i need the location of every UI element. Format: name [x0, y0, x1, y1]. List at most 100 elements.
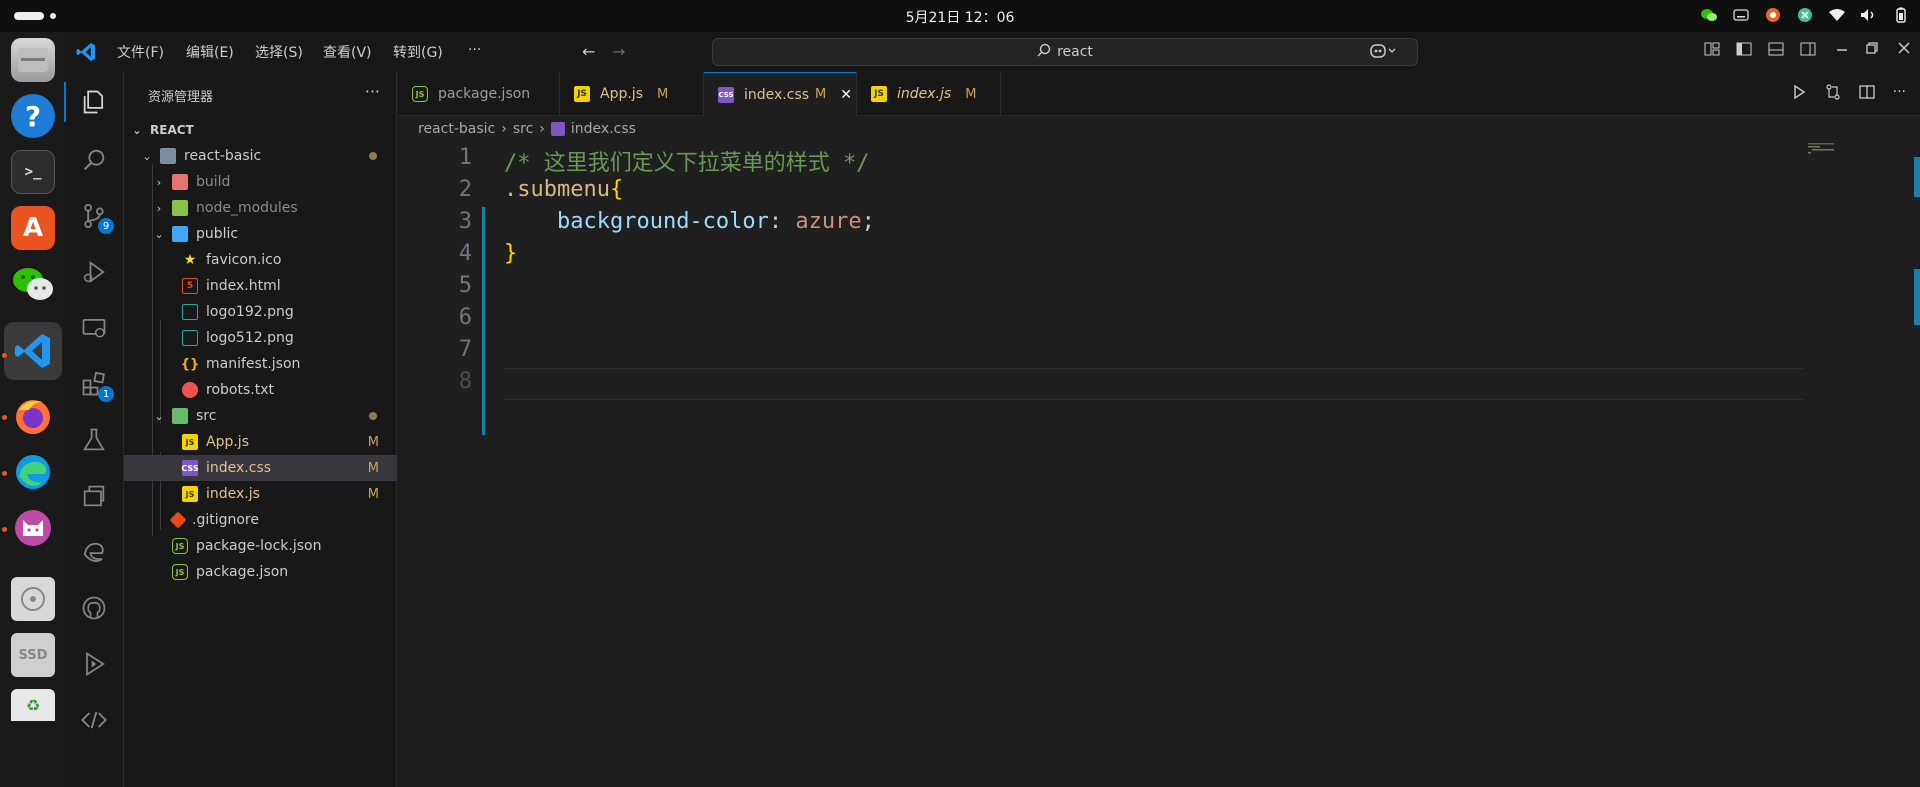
- tree-file-package-lock[interactable]: JS package-lock.json: [124, 533, 397, 559]
- proxy-tray-icon[interactable]: [1796, 6, 1814, 24]
- chevron-down-icon: ⌄: [154, 227, 164, 241]
- line-number: 5: [458, 273, 472, 298]
- close-window-icon[interactable]: [1898, 42, 1910, 58]
- tree-folder-node-modules[interactable]: › node_modules: [124, 195, 397, 221]
- tree-file-logo512[interactable]: logo512.png: [124, 325, 397, 351]
- source-control-icon[interactable]: 9: [78, 200, 114, 234]
- breadcrumb-item[interactable]: src: [513, 121, 533, 137]
- tree-folder-react-basic[interactable]: ⌄ react-basic: [124, 143, 397, 169]
- remote-explorer-icon[interactable]: [78, 312, 110, 344]
- json-braces-icon: {}: [180, 356, 200, 372]
- api-tools-icon[interactable]: [78, 704, 110, 736]
- forward-arrow-icon[interactable]: →: [612, 42, 625, 61]
- tree-label: react-basic: [184, 148, 262, 164]
- tree-file-logo192[interactable]: logo192.png: [124, 299, 397, 325]
- keyboard-tray-icon[interactable]: [1732, 6, 1750, 24]
- tree-file-package-json[interactable]: JS package.json: [124, 559, 397, 585]
- command-center-search[interactable]: react: [712, 38, 1418, 66]
- close-tab-icon[interactable]: ✕: [840, 87, 852, 103]
- extensions-icon[interactable]: 1: [78, 368, 114, 402]
- copilot-icon[interactable]: [1370, 42, 1396, 64]
- edge-app-icon[interactable]: [11, 450, 55, 494]
- modified-badge: M: [367, 434, 379, 450]
- battery-icon[interactable]: [1892, 6, 1910, 24]
- vscode-app-icon[interactable]: [11, 329, 55, 373]
- tree-file-index-html[interactable]: 5 index.html: [124, 273, 397, 299]
- menu-edit[interactable]: 编辑(E): [186, 42, 234, 62]
- restore-icon[interactable]: [1866, 42, 1878, 58]
- scrollbar-marker[interactable]: [1914, 269, 1920, 325]
- menu-view[interactable]: 查看(V): [323, 42, 372, 62]
- tree-folder-public[interactable]: ⌄ public: [124, 221, 397, 247]
- wifi-icon[interactable]: [1828, 6, 1846, 24]
- wechat-tray-icon[interactable]: [1700, 6, 1718, 24]
- more-actions-icon[interactable]: ···: [1893, 84, 1906, 104]
- tree-file-index-css[interactable]: CSS index.css M: [124, 455, 397, 481]
- ssd-drive-icon[interactable]: SSD: [11, 633, 55, 677]
- gutter-modified-marker: [482, 207, 485, 435]
- volume-icon[interactable]: [1860, 6, 1878, 24]
- explorer-more-button[interactable]: ···: [365, 82, 380, 101]
- menu-more[interactable]: ···: [468, 42, 481, 58]
- breadcrumb-item[interactable]: index.css: [571, 121, 636, 137]
- menu-file[interactable]: 文件(F): [117, 42, 164, 62]
- compare-changes-icon[interactable]: [1825, 84, 1841, 104]
- toggle-secondary-sidebar-icon[interactable]: [1800, 42, 1816, 60]
- tree-folder-src[interactable]: ⌄ src: [124, 403, 397, 429]
- modified-dot: [369, 152, 377, 160]
- trash-icon[interactable]: ♻: [11, 689, 55, 721]
- help-app-icon[interactable]: ?: [11, 94, 55, 138]
- tree-file-gitignore[interactable]: .gitignore: [124, 507, 397, 533]
- breadcrumb-item[interactable]: react-basic: [418, 121, 495, 137]
- tab-index-js[interactable]: JS index.js M: [857, 72, 1001, 116]
- wechat-app-icon[interactable]: [11, 262, 55, 306]
- html-file-icon: 5: [182, 278, 198, 294]
- toggle-panel-icon[interactable]: [1768, 42, 1784, 60]
- menu-go[interactable]: 转到(G): [393, 42, 443, 62]
- star-icon: ★: [183, 252, 197, 268]
- line-number: 8: [458, 369, 472, 394]
- search-view-icon[interactable]: [78, 144, 110, 176]
- workspace-root[interactable]: ⌄ REACT: [124, 117, 397, 143]
- tree-label: manifest.json: [206, 356, 301, 372]
- tree-file-app-js[interactable]: JS App.js M: [124, 429, 397, 455]
- chevron-right-icon: ›: [156, 175, 162, 189]
- run-debug-icon[interactable]: [78, 256, 110, 288]
- firefox-app-icon[interactable]: [11, 394, 55, 438]
- files-app-icon[interactable]: [11, 38, 55, 82]
- app-tray-icon[interactable]: [1764, 6, 1782, 24]
- tree-file-robots[interactable]: robots.txt: [124, 377, 397, 403]
- tab-app-js[interactable]: JS App.js M: [560, 72, 704, 116]
- menu-selection[interactable]: 选择(S): [255, 42, 303, 62]
- back-arrow-icon[interactable]: ←: [582, 42, 595, 61]
- cat-app-icon[interactable]: [11, 506, 55, 550]
- tree-folder-build[interactable]: › build: [124, 169, 397, 195]
- system-clock[interactable]: 5月21日 12：06: [0, 7, 1920, 27]
- chevron-right-icon: ›: [539, 121, 545, 137]
- disk-app-icon[interactable]: [11, 577, 55, 621]
- minimap[interactable]: [1806, 141, 1846, 165]
- run-icon[interactable]: [1791, 84, 1807, 104]
- tree-file-index-js[interactable]: JS index.js M: [124, 481, 397, 507]
- containers-icon[interactable]: [78, 480, 110, 512]
- testing-icon[interactable]: [78, 424, 110, 456]
- edge-tools-icon[interactable]: [78, 536, 110, 568]
- toggle-primary-sidebar-icon[interactable]: [1736, 42, 1752, 60]
- tab-index-css[interactable]: CSS index.css M ✕: [704, 72, 857, 116]
- tree-file-manifest[interactable]: {} manifest.json: [124, 351, 397, 377]
- live-preview-icon[interactable]: [78, 648, 110, 680]
- terminal-app-icon[interactable]: >_: [11, 150, 55, 194]
- customize-layout-icon[interactable]: [1704, 42, 1720, 60]
- js-file-icon: JS: [871, 86, 887, 102]
- tree-file-favicon[interactable]: ★ favicon.ico: [124, 247, 397, 273]
- app-center-icon[interactable]: A: [11, 206, 55, 250]
- code-editor[interactable]: 1 2 3 4 5 6 7 8 /* 这里我们定义下拉菜单的样式 */ .sub…: [398, 141, 1920, 787]
- explorer-icon[interactable]: [78, 86, 110, 118]
- tab-package-json[interactable]: JS package.json: [398, 72, 560, 116]
- scrollbar-marker[interactable]: [1914, 157, 1920, 197]
- github-icon[interactable]: [78, 592, 110, 624]
- minimize-icon[interactable]: [1836, 42, 1848, 58]
- split-editor-icon[interactable]: [1858, 84, 1875, 104]
- tree-label: App.js: [206, 434, 249, 450]
- running-indicator: [2, 415, 7, 420]
